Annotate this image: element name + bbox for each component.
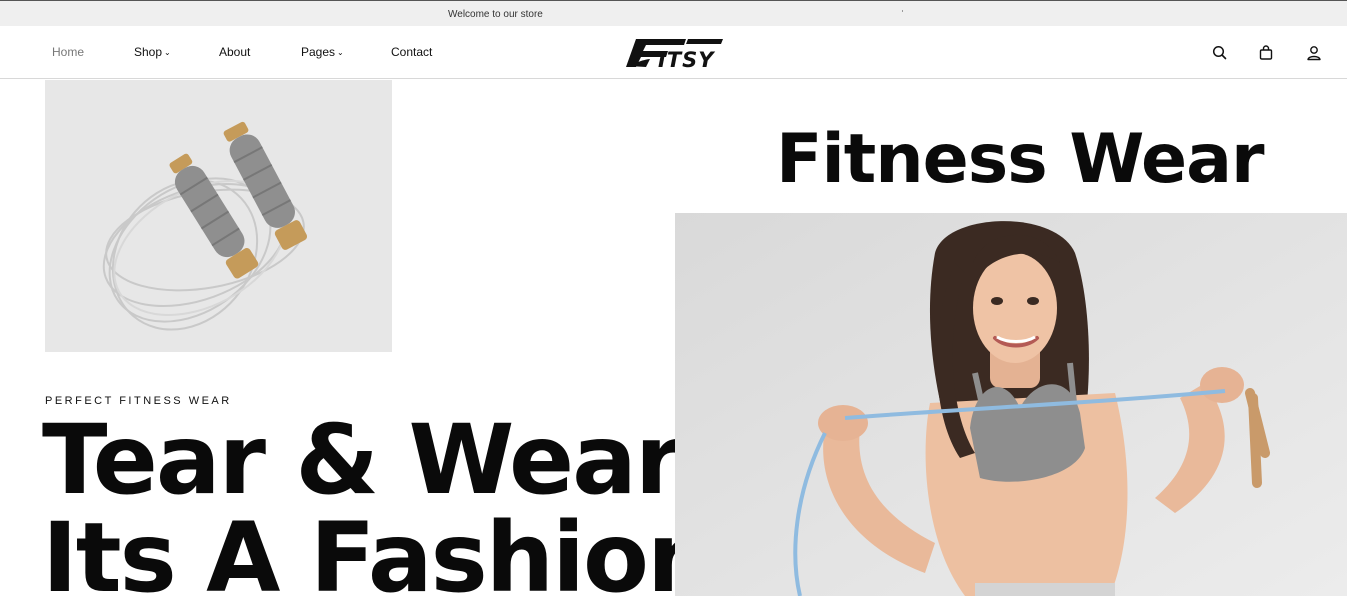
cart-icon[interactable]	[1257, 44, 1275, 62]
model-photo	[675, 213, 1347, 596]
hero-headline-line-1: Tear & Wear	[42, 404, 682, 516]
nav-pages-label: Pages	[301, 45, 336, 59]
announcement-bar: Welcome to our store	[0, 0, 1347, 26]
nav-home[interactable]: Home	[52, 45, 84, 59]
chevron-down-icon: ⌄	[164, 48, 171, 57]
nav-shop-label: Shop	[134, 45, 163, 59]
nav-contact[interactable]: Contact	[391, 45, 432, 59]
divider	[902, 10, 903, 12]
site-header: Home Shop ⌄ About Pages ⌄ Contact ITSY	[0, 26, 1347, 79]
nav-pages[interactable]: Pages ⌄	[301, 45, 344, 59]
nav-about-label: About	[219, 45, 251, 59]
section-title: Fitness Wear	[776, 120, 1265, 199]
nav-contact-label: Contact	[391, 45, 433, 59]
search-icon[interactable]	[1211, 44, 1229, 62]
svg-text:ITSY: ITSY	[658, 48, 715, 70]
account-icon[interactable]	[1305, 44, 1323, 62]
chevron-down-icon: ⌄	[337, 48, 344, 57]
nav-home-label: Home	[52, 45, 85, 59]
welcome-message: Welcome to our store	[448, 9, 543, 20]
nav-about[interactable]: About	[219, 45, 250, 59]
nav-shop[interactable]: Shop ⌄	[134, 45, 171, 59]
jump-rope-image	[45, 80, 392, 352]
hero-headline-line-2: Its A Fashion	[42, 502, 715, 614]
site-logo[interactable]: ITSY	[624, 36, 726, 70]
